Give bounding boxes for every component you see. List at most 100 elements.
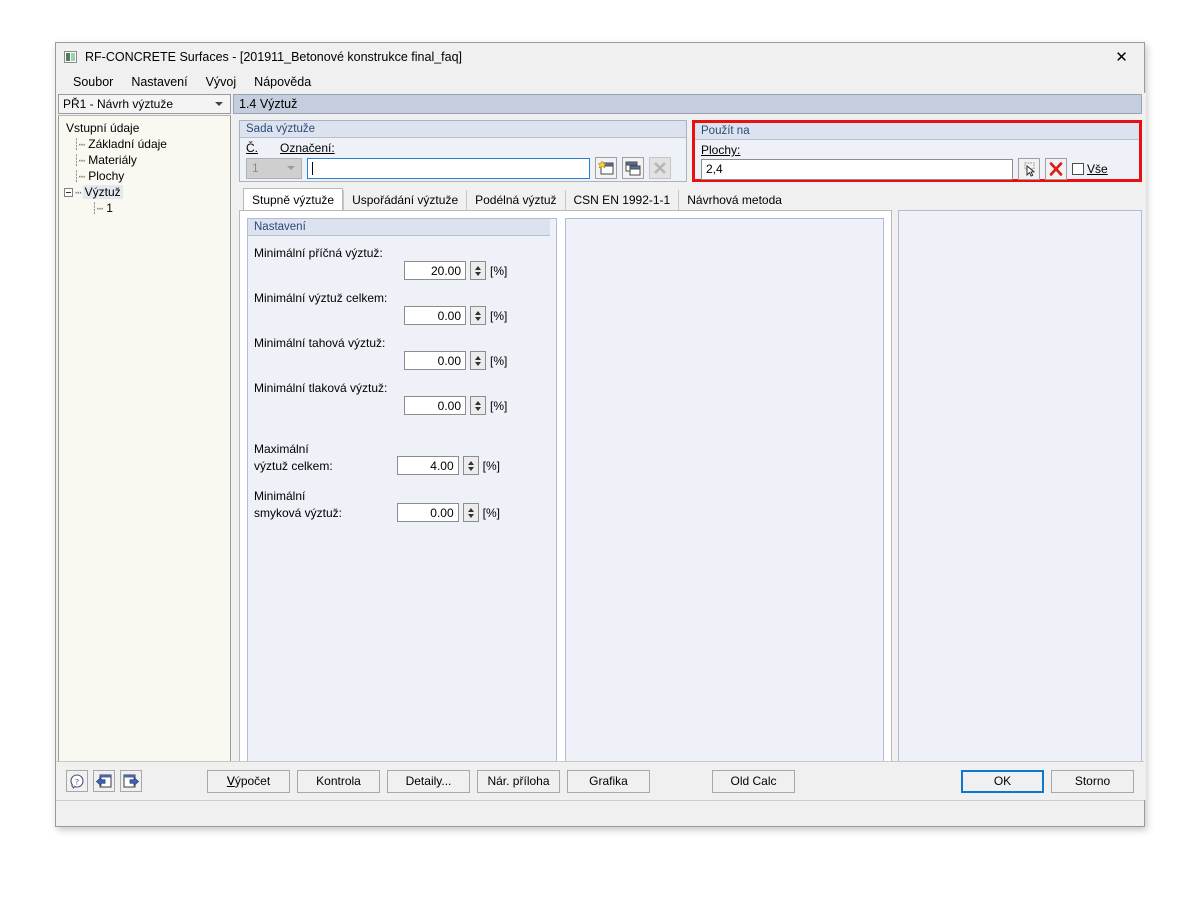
old-calc-button[interactable]: Old Calc (712, 769, 795, 793)
spin-up-icon[interactable] (475, 355, 481, 360)
help-icon: ? (70, 773, 84, 789)
min-transverse-input[interactable]: 20.00 (404, 261, 466, 280)
status-bar (56, 800, 1144, 826)
tree-connector-icon: ┊⋯ (73, 169, 85, 183)
graphics-button[interactable]: Grafika (567, 769, 650, 793)
tab-csn-en-1992-1-1[interactable]: CSN EN 1992-1-1 (564, 190, 679, 210)
field-unit: [%] (490, 398, 508, 413)
pick-surfaces-button[interactable] (1018, 158, 1040, 180)
field-unit: [%] (490, 263, 508, 278)
clear-surfaces-button[interactable] (1045, 158, 1067, 180)
surfaces-value: 2,4 (706, 162, 723, 176)
min-shear-input[interactable]: 0.00 (396, 503, 459, 522)
field-label: Minimální tahová výztuž: (254, 336, 386, 350)
spin-down-icon[interactable] (475, 361, 481, 366)
min-shear-spinner[interactable] (462, 503, 479, 522)
tab-navrhova-metoda[interactable]: Návrhová metoda (678, 190, 790, 210)
min-compression-spinner[interactable] (470, 396, 486, 415)
tree-connector-icon: ┊⋯ (73, 153, 85, 167)
field-label: Minimální výztuž celkem: (254, 291, 388, 305)
field-label: Minimální příčná výztuž: (254, 246, 383, 260)
menu-item-vyvoj[interactable]: Vývoj (197, 73, 246, 91)
tab-usporadani-vyztuze[interactable]: Uspořádání výztuže (343, 190, 467, 210)
tree-item-vstupni-udaje[interactable]: Vstupní údaje (61, 120, 228, 136)
settings-pane: Nastavení Minimální příčná výztuž: 20.00… (247, 218, 557, 792)
tab-stupne-vyztuze[interactable]: Stupně výztuže (243, 188, 344, 210)
spin-up-icon[interactable] (475, 265, 481, 270)
calculate-button-label: Výpočet (226, 774, 271, 788)
field-unit: [%] (482, 458, 500, 473)
chevron-down-icon (287, 166, 295, 170)
cancel-button[interactable]: Storno (1051, 769, 1134, 793)
settings-title: Nastavení (248, 219, 550, 236)
field-min-shear-reinforcement: Minimální smyková výztuž: 0.00 [%] (248, 489, 556, 522)
window-body: PŘ1 - Návrh výztuže Vstupní údaje ┊⋯ Zák… (56, 93, 1146, 800)
previous-module-button[interactable] (93, 770, 115, 792)
spin-up-icon[interactable] (467, 460, 474, 465)
graphic-preview-area[interactable] (898, 210, 1142, 768)
calculate-button[interactable]: V Výpočet (207, 769, 290, 793)
tree-item-1[interactable]: ┊⋯ 1 (61, 200, 228, 216)
national-annex-button[interactable]: Nár. příloha (477, 769, 560, 793)
bottom-toolbar: ? V Výpočet Kontrola Detaily... Nár. příl… (56, 761, 1144, 800)
text-cursor (312, 161, 313, 175)
spin-up-icon[interactable] (467, 507, 474, 512)
set-number-value: 1 (252, 161, 259, 175)
tab-podelna-vyztuz[interactable]: Podélná výztuž (466, 190, 565, 210)
max-total-spinner[interactable] (462, 456, 479, 475)
next-module-button[interactable] (120, 770, 142, 792)
spin-down-icon[interactable] (467, 466, 474, 471)
previous-module-icon (96, 774, 112, 787)
module-select-value: PŘ1 - Návrh výztuže (63, 97, 174, 111)
spin-down-icon[interactable] (475, 271, 481, 276)
set-number-combo[interactable]: 1 (246, 157, 302, 179)
field-unit: [%] (490, 308, 508, 323)
min-total-spinner[interactable] (470, 306, 486, 325)
max-total-input[interactable]: 4.00 (396, 456, 459, 475)
help-button[interactable]: ? (66, 770, 88, 792)
collapse-expander-icon[interactable] (64, 187, 73, 197)
menu-item-nastaveni[interactable]: Nastavení (122, 73, 196, 91)
spin-down-icon[interactable] (467, 513, 474, 518)
all-surfaces-label: Vše (1087, 162, 1108, 176)
min-tension-spinner[interactable] (470, 351, 486, 370)
details-button[interactable]: Detaily... (387, 769, 470, 793)
tree-item-materialy[interactable]: ┊⋯ Materiály (61, 152, 228, 168)
new-window-icon (598, 160, 614, 174)
all-surfaces-checkbox[interactable]: Vše (1072, 162, 1108, 176)
min-total-input[interactable]: 0.00 (404, 306, 466, 325)
apply-to-group: Použít na Plochy: 2,4 Vše (692, 120, 1142, 182)
window-title: RF-CONCRETE Surfaces - [201911_Betonové … (85, 50, 463, 64)
tab-container: Stupně výztuže Uspořádání výztuže Podéln… (239, 188, 892, 800)
spin-down-icon[interactable] (475, 316, 481, 321)
min-compression-input[interactable]: 0.00 (404, 396, 466, 415)
red-x-icon (1049, 162, 1063, 176)
spin-up-icon[interactable] (475, 400, 481, 405)
tree-connector-icon: ┊⋯ (73, 137, 85, 151)
field-label-line2: smyková výztuž: (254, 505, 343, 520)
ok-button[interactable]: OK (961, 769, 1044, 793)
new-reinforcement-set-button[interactable] (595, 157, 617, 179)
copy-reinforcement-set-button[interactable] (622, 157, 644, 179)
min-transverse-spinner[interactable] (470, 261, 486, 280)
tree-item-plochy[interactable]: ┊⋯ Plochy (61, 168, 228, 184)
spin-down-icon[interactable] (475, 406, 481, 411)
module-select-combo[interactable]: PŘ1 - Návrh výztuže (58, 94, 231, 114)
main-panel: 1.4 Výztuž Sada výztuže Č. Označení: 1 P… (233, 93, 1146, 800)
surfaces-label: Plochy: (701, 143, 741, 157)
pick-pointer-icon (1024, 162, 1035, 177)
check-button[interactable]: Kontrola (297, 769, 380, 793)
number-label: Č. (246, 141, 258, 155)
designation-input[interactable] (307, 157, 590, 179)
min-tension-input[interactable]: 0.00 (404, 351, 466, 370)
spin-up-icon[interactable] (475, 310, 481, 315)
field-label-line2: výztuž celkem: (254, 458, 333, 473)
menu-item-napoveda[interactable]: Nápověda (245, 73, 320, 91)
tree-item-vyztuz[interactable]: ⋯ Výztuž (61, 184, 228, 200)
surfaces-input[interactable]: 2,4 (701, 158, 1013, 180)
tree-connector-icon: ┊⋯ (91, 201, 103, 215)
tree-item-zakladni-udaje[interactable]: ┊⋯ Základní údaje (61, 136, 228, 152)
chevron-down-icon (215, 102, 223, 106)
menu-item-soubor[interactable]: Soubor (64, 73, 122, 91)
close-icon[interactable]: ✕ (1099, 43, 1144, 71)
